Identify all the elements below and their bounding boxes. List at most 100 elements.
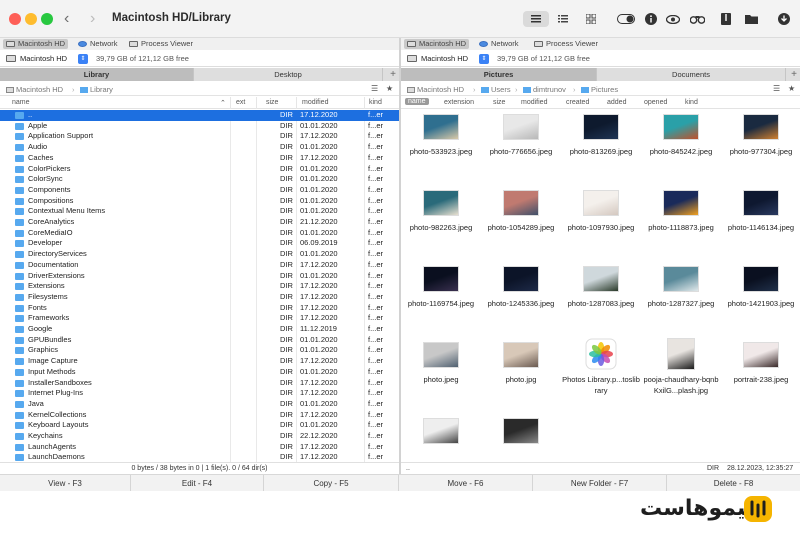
star-icon[interactable]: ★ (386, 84, 393, 93)
tab-documents[interactable]: Documents (597, 68, 786, 81)
file-row[interactable]: Caches DIR 17.12.2020 f...er (0, 153, 399, 164)
file-row[interactable]: CoreMediaIO DIR 01.01.2020 f...er (0, 228, 399, 239)
col-name[interactable]: name (405, 98, 429, 105)
file-row[interactable]: Components DIR 01.01.2020 f...er (0, 185, 399, 196)
breadcrumb-item[interactable]: Pictures (581, 85, 618, 94)
edit-button[interactable]: Edit - F4 (131, 475, 264, 491)
grid-item[interactable]: photo-982263.jpeg (401, 186, 481, 264)
new-folder-button[interactable]: New Folder - F7 (533, 475, 667, 491)
back-icon[interactable]: ‹ (64, 9, 69, 29)
grid-item[interactable]: photo-1421903.jpeg (721, 262, 800, 340)
col-kind[interactable]: kind (685, 99, 698, 106)
col-name[interactable]: name (12, 99, 30, 106)
move-button[interactable]: Move - F6 (399, 475, 533, 491)
binoculars-icon[interactable] (689, 11, 705, 27)
grid-item[interactable]: photo-1146134.jpeg (721, 186, 800, 264)
file-row[interactable]: Compositions DIR 01.01.2020 f...er (0, 196, 399, 207)
col-size[interactable]: size (493, 99, 505, 106)
grid-item[interactable]: photo-1118873.jpeg (641, 186, 721, 264)
volume-select-button[interactable]: ⇕ (479, 54, 489, 64)
grid-item[interactable] (401, 414, 481, 462)
file-row[interactable]: Graphics DIR 01.01.2020 f...er (0, 345, 399, 356)
file-row[interactable]: InstallerSandboxes DIR 17.12.2020 f...er (0, 378, 399, 389)
forward-icon[interactable]: › (90, 9, 95, 29)
add-tab-button[interactable]: + (387, 68, 399, 81)
grid-item[interactable] (481, 414, 561, 462)
file-row[interactable]: Extensions DIR 17.12.2020 f...er (0, 281, 399, 292)
grid-view-icon[interactable] (583, 11, 599, 27)
file-row[interactable]: ColorSync DIR 01.01.2020 f...er (0, 174, 399, 185)
star-icon[interactable]: ★ (788, 84, 795, 93)
list-view-icon[interactable] (523, 11, 549, 27)
info-icon[interactable] (643, 11, 659, 27)
col-opened[interactable]: opened (644, 99, 667, 106)
breadcrumb-item[interactable]: Macintosh HD (407, 85, 464, 94)
file-row[interactable]: Filesystems DIR 17.12.2020 f...er (0, 292, 399, 303)
close-window-button[interactable] (9, 13, 21, 25)
tab-pictures[interactable]: Pictures (401, 68, 597, 81)
zoom-window-button[interactable] (41, 13, 53, 25)
col-size[interactable]: size (266, 99, 278, 106)
file-row[interactable]: LaunchDaemons DIR 17.12.2020 f...er (0, 452, 399, 462)
breadcrumb-item[interactable]: Macintosh HD (6, 85, 63, 94)
grid-item[interactable]: photo-1097930.jpeg (561, 186, 641, 264)
file-row[interactable]: CoreAnalytics DIR 21.12.2020 f...er (0, 217, 399, 228)
file-row[interactable]: Apple DIR 01.01.2020 f...er (0, 121, 399, 132)
col-modified[interactable]: modified (521, 99, 547, 106)
col-modified[interactable]: modified (302, 99, 328, 106)
tab-desktop[interactable]: Desktop (194, 68, 383, 81)
toggle-icon[interactable] (616, 11, 636, 27)
grid-item[interactable]: photo-977304.jpeg (721, 110, 800, 188)
minimize-window-button[interactable] (25, 13, 37, 25)
grid-item[interactable]: photo-1169754.jpeg (401, 262, 481, 340)
copy-button[interactable]: Copy - F5 (264, 475, 399, 491)
breadcrumb-item[interactable]: Users (481, 85, 511, 94)
file-row[interactable]: DriverExtensions DIR 01.01.2020 f...er (0, 271, 399, 282)
breadcrumb-item[interactable]: dimtrunov (523, 85, 566, 94)
file-row[interactable]: GPUBundles DIR 01.01.2020 f...er (0, 335, 399, 346)
grid-item[interactable]: Photos Library.p...toslibrary (561, 338, 641, 416)
tab-library[interactable]: Library (0, 68, 194, 81)
file-row[interactable]: .. DIR 17.12.2020 f...er (0, 110, 399, 121)
file-row[interactable]: Image Capture DIR 17.12.2020 f...er (0, 356, 399, 367)
folder-icon[interactable] (743, 11, 759, 27)
detail-view-icon[interactable] (555, 11, 571, 27)
file-row[interactable]: Audio DIR 01.01.2020 f...er (0, 142, 399, 153)
col-kind[interactable]: kind (369, 99, 382, 106)
grid-item[interactable]: photo-1245336.jpeg (481, 262, 561, 340)
grid-item[interactable]: photo-845242.jpeg (641, 110, 721, 188)
col-added[interactable]: added (607, 99, 626, 106)
device-network[interactable]: Network (75, 39, 121, 49)
grid-item[interactable]: photo.jpeg (401, 338, 481, 416)
download-icon[interactable] (776, 11, 792, 27)
grid-item[interactable]: photo-813269.jpeg (561, 110, 641, 188)
add-tab-button[interactable]: + (788, 68, 800, 81)
breadcrumb-item[interactable]: Library (80, 85, 113, 94)
file-row[interactable]: Internet Plug-Ins DIR 17.12.2020 f...er (0, 388, 399, 399)
delete-button[interactable]: Delete - F8 (667, 475, 800, 491)
file-row[interactable]: Google DIR 11.12.2019 f...er (0, 324, 399, 335)
col-ext[interactable]: ext (236, 99, 245, 106)
grid-item[interactable]: pooja-chaudhary-bqnbKxilG...plash.jpg (641, 338, 721, 416)
device-macintosh-hd[interactable]: Macintosh HD (404, 39, 470, 49)
device-process-viewer[interactable]: Process Viewer (126, 39, 196, 49)
grid-item[interactable]: photo.jpg (481, 338, 561, 416)
file-row[interactable]: Documentation DIR 17.12.2020 f...er (0, 260, 399, 271)
device-network[interactable]: Network (476, 39, 522, 49)
file-row[interactable]: Keyboard Layouts DIR 01.01.2020 f...er (0, 420, 399, 431)
file-row[interactable]: Frameworks DIR 17.12.2020 f...er (0, 313, 399, 324)
file-row[interactable]: Developer DIR 06.09.2019 f...er (0, 238, 399, 249)
archive-icon[interactable] (718, 11, 734, 27)
file-row[interactable]: Contextual Menu Items DIR 01.01.2020 f...er (0, 206, 399, 217)
menu-icon[interactable]: ☰ (773, 84, 780, 93)
grid-item[interactable]: photo-533923.jpeg (401, 110, 481, 188)
file-row[interactable]: Application Support DIR 17.12.2020 f...er (0, 131, 399, 142)
file-row[interactable]: Input Methods DIR 01.01.2020 f...er (0, 367, 399, 378)
menu-icon[interactable]: ☰ (371, 84, 378, 93)
file-row[interactable]: DirectoryServices DIR 01.01.2020 f...er (0, 249, 399, 260)
grid-item[interactable]: photo-1287083.jpeg (561, 262, 641, 340)
device-macintosh-hd[interactable]: Macintosh HD (3, 39, 69, 49)
file-row[interactable]: LaunchAgents DIR 17.12.2020 f...er (0, 442, 399, 453)
file-row[interactable]: Keychains DIR 22.12.2020 f...er (0, 431, 399, 442)
grid-item[interactable]: photo-776656.jpeg (481, 110, 561, 188)
